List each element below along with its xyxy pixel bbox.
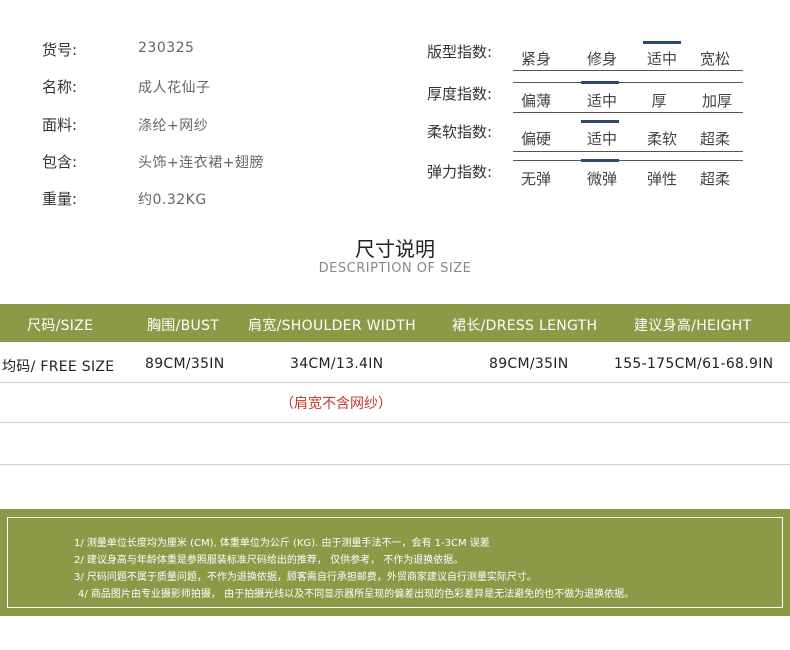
fabric-value: 涤纶+网纱 <box>138 118 209 134</box>
thickness-option-selected: 适中 <box>586 92 617 110</box>
notes-panel: 1/ 测量单位长度均为厘米 (CM), 体重单位为公斤 (KG). 由于测量手法… <box>0 509 790 616</box>
name-label: 名称: <box>42 78 78 96</box>
shoulder-remark: （肩宽不含网纱） <box>280 396 392 412</box>
fit-index-line <box>513 70 743 71</box>
item-number-label: 货号: <box>42 41 78 59</box>
elasticity-option: 超柔 <box>699 170 730 188</box>
softness-option-selected: 适中 <box>586 130 617 148</box>
elasticity-option: 无弹 <box>520 170 551 188</box>
cell-bust: 89CM/35IN <box>145 356 225 372</box>
header-height: 建议身高/HEIGHT <box>634 318 752 334</box>
cell-shoulder-width: 34CM/13.4IN <box>290 356 384 372</box>
elasticity-index-top-line <box>513 160 743 161</box>
thickness-option: 厚 <box>651 92 667 110</box>
header-dress-length: 裙长/DRESS LENGTH <box>452 318 598 334</box>
note-item: 2/ 建议身高与年龄体重是参照服装标准尺码给出的推荐， 仅供参考， 不作为退换依… <box>74 555 464 566</box>
fit-option-selected: 适中 <box>646 50 677 68</box>
size-table-header: 尺码/SIZE 胸围/BUST 肩宽/SHOULDER WIDTH 裙长/DRE… <box>0 304 790 342</box>
cell-height: 155-175CM/61-68.9IN <box>614 356 774 372</box>
softness-index-line <box>513 151 743 152</box>
softness-index-label: 柔软指数: <box>427 123 493 141</box>
cell-dress-length: 89CM/35IN <box>489 356 569 372</box>
note-item: 3/ 尺码问题不属于质量问题，不作为退换依据，顾客需自行承担邮费，外贸商家建议自… <box>74 572 537 583</box>
header-shoulder-width: 肩宽/SHOULDER WIDTH <box>248 318 416 334</box>
size-section-subtitle: DESCRIPTION OF SIZE <box>318 261 472 276</box>
includes-value: 头饰+连衣裙+翅膀 <box>138 155 264 171</box>
fit-option: 修身 <box>586 50 617 68</box>
thickness-index-label: 厚度指数: <box>427 85 493 103</box>
softness-option: 柔软 <box>646 130 677 148</box>
row-divider <box>0 464 790 465</box>
softness-index-marker <box>581 120 619 123</box>
thickness-option: 偏薄 <box>520 92 551 110</box>
note-item: 1/ 测量单位长度均为厘米 (CM), 体重单位为公斤 (KG). 由于测量手法… <box>74 538 490 549</box>
fit-index-marker <box>643 41 681 44</box>
softness-option: 超柔 <box>699 130 730 148</box>
softness-option: 偏硬 <box>520 130 551 148</box>
cell-size: 均码/ FREE SIZE <box>2 359 115 375</box>
fit-index-label: 版型指数: <box>427 43 493 61</box>
fit-option: 紧身 <box>520 50 551 68</box>
name-value: 成人花仙子 <box>138 80 211 96</box>
elasticity-option: 弹性 <box>646 170 677 188</box>
fit-option: 宽松 <box>699 50 730 68</box>
thickness-index-marker <box>581 81 619 84</box>
fabric-label: 面料: <box>42 116 78 134</box>
weight-label: 重量: <box>42 190 78 208</box>
elasticity-index-marker <box>581 159 619 162</box>
item-number-value: 230325 <box>138 40 195 56</box>
weight-value: 约0.32KG <box>138 192 207 208</box>
elasticity-index-label: 弹力指数: <box>427 163 493 181</box>
header-size: 尺码/SIZE <box>27 318 94 334</box>
thickness-index-top-line <box>513 82 743 83</box>
size-section-title: 尺寸说明 <box>355 237 435 261</box>
elasticity-option-selected: 微弹 <box>586 170 617 188</box>
includes-label: 包含: <box>42 153 78 171</box>
row-divider <box>0 422 790 423</box>
note-item: 4/ 商品图片由专业摄影师拍摄， 由于拍摄光线以及不同显示器所呈现的偏差出现的色… <box>78 589 635 600</box>
header-bust: 胸围/BUST <box>147 318 220 334</box>
thickness-index-line <box>513 112 743 113</box>
thickness-option: 加厚 <box>701 92 732 110</box>
row-divider <box>0 382 790 383</box>
